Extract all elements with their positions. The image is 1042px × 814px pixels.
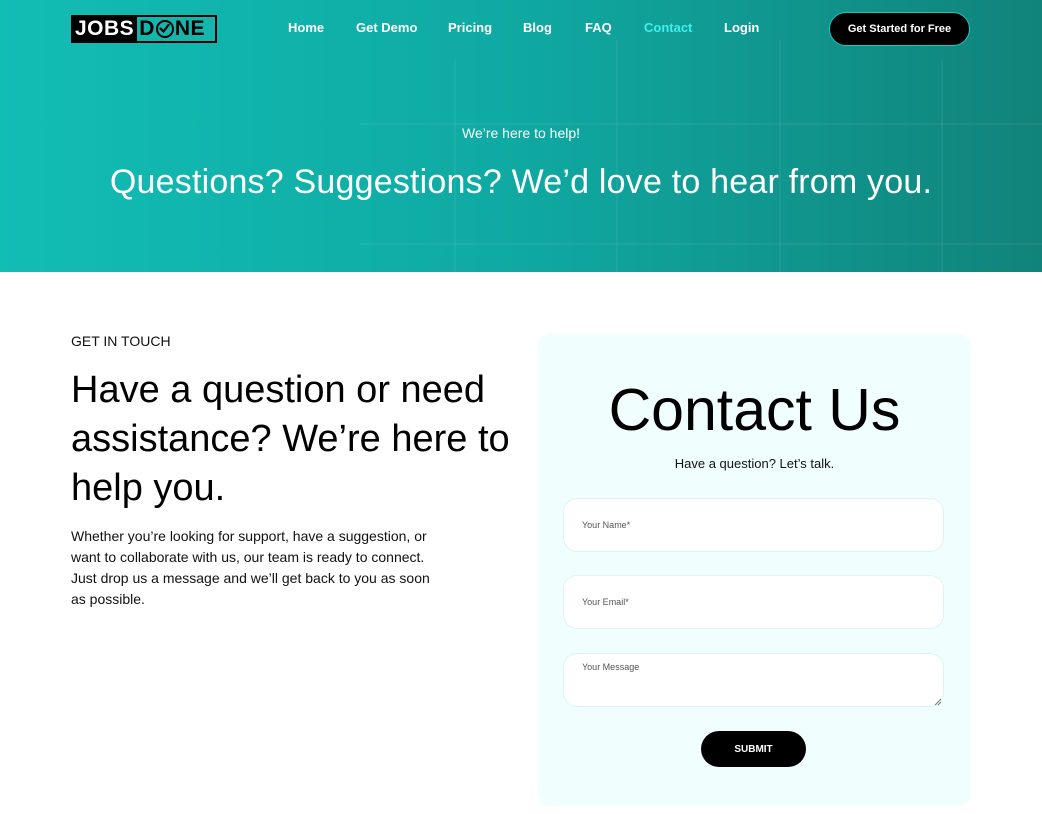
nav-pricing[interactable]: Pricing: [448, 20, 492, 36]
contact-form-subtitle: Have a question? Let’s talk.: [674, 456, 835, 471]
section-body: Whether you’re looking for support, have…: [71, 528, 430, 607]
nav-blog[interactable]: Blog: [523, 20, 552, 36]
section-headline: Have a question or need assistance? We’r…: [71, 369, 510, 509]
contact-form-card: Contact Us Have a question? Let’s talk. …: [538, 334, 971, 806]
message-textarea[interactable]: [563, 653, 944, 707]
email-input[interactable]: [563, 575, 944, 629]
section-eyebrow: GET IN TOUCH: [71, 333, 171, 349]
nav-contact[interactable]: Contact: [644, 20, 692, 36]
nav-login[interactable]: Login: [724, 20, 759, 36]
get-started-button[interactable]: Get Started for Free: [829, 12, 970, 46]
resize-grip-icon[interactable]: [934, 698, 942, 706]
nav-home[interactable]: Home: [288, 20, 324, 36]
name-input[interactable]: [563, 498, 944, 552]
hero-tagline: We’re here to help!: [461, 125, 581, 141]
contact-form-title: Contact Us: [608, 377, 901, 443]
submit-button[interactable]: SUBMIT: [701, 731, 806, 767]
nav-get-demo[interactable]: Get Demo: [356, 20, 417, 36]
hero-heading: Questions? Suggestions? We’d love to hea…: [109, 163, 933, 201]
nav-faq[interactable]: FAQ: [585, 20, 612, 36]
hero-banner: JOBS D NE Home Get Demo Pricing Blog FAQ…: [0, 0, 1042, 272]
